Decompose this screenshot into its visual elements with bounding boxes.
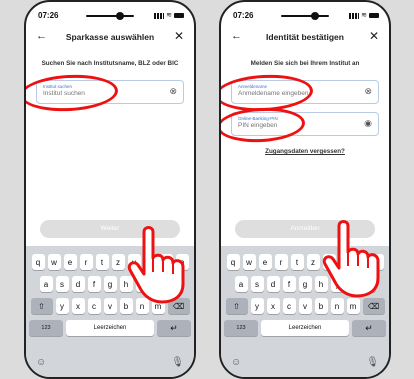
key-a[interactable]: a <box>39 276 53 292</box>
keyboard-row-4: 123 Leerzeichen ↵ <box>29 320 191 336</box>
key-v[interactable]: v <box>298 298 312 314</box>
phone-screen-login: 07:26 ≋ ← Identität bestätigen ✕ Melden … <box>219 0 391 379</box>
battery-icon <box>174 13 184 18</box>
shift-key[interactable]: ⇧ <box>225 298 248 314</box>
key-w[interactable]: w <box>242 254 256 270</box>
key-r[interactable]: r <box>79 254 93 270</box>
key-q[interactable]: q <box>226 254 240 270</box>
login-prompt: Melden Sie sich bei Ihrem Institut an <box>250 60 360 67</box>
key-s[interactable]: s <box>250 276 264 292</box>
key-t[interactable]: t <box>290 254 304 270</box>
key-x[interactable]: x <box>266 298 280 314</box>
microphone-icon[interactable]: 🎙 <box>171 357 184 368</box>
key-b[interactable]: b <box>314 298 328 314</box>
emoji-icon[interactable]: ☺ <box>36 357 46 368</box>
backspace-key[interactable]: ⌫ <box>362 298 385 314</box>
system-icons: ≋ <box>349 12 379 19</box>
status-bar: 07:26 ≋ <box>221 10 389 24</box>
numbers-key[interactable]: 123 <box>29 320 63 336</box>
key-c[interactable]: c <box>282 298 296 314</box>
emoji-icon[interactable]: ☺ <box>231 357 241 368</box>
key-d[interactable]: d <box>71 276 85 292</box>
key-f[interactable]: f <box>87 276 101 292</box>
key-a[interactable]: a <box>234 276 248 292</box>
key-s[interactable]: s <box>55 276 69 292</box>
return-key[interactable]: ↵ <box>352 320 386 336</box>
pointing-hand-icon <box>127 226 185 304</box>
key-d[interactable]: d <box>266 276 280 292</box>
space-key[interactable]: Leerzeichen <box>66 320 154 336</box>
status-time: 07:26 <box>38 11 59 20</box>
space-key[interactable]: Leerzeichen <box>261 320 349 336</box>
wifi-icon: ≋ <box>361 12 367 19</box>
battery-icon <box>369 13 379 18</box>
highlight-ellipse <box>26 72 119 114</box>
close-icon[interactable]: ✕ <box>369 29 379 43</box>
key-x[interactable]: x <box>71 298 85 314</box>
highlight-ellipse <box>221 105 306 145</box>
status-bar: 07:26 ≋ <box>26 10 194 24</box>
keyboard-row-3: ⇧ y x c v b n m ⌫ <box>224 298 386 314</box>
app-bar: ← Identität bestätigen ✕ <box>221 29 389 48</box>
wifi-icon: ≋ <box>166 12 172 19</box>
key-y[interactable]: y <box>55 298 69 314</box>
key-m[interactable]: m <box>346 298 360 314</box>
search-prompt: Suchen Sie nach Institutsname, BLZ oder … <box>41 60 179 67</box>
close-icon[interactable]: ✕ <box>174 29 184 43</box>
signal-icon <box>154 12 165 19</box>
numbers-key[interactable]: 123 <box>224 320 258 336</box>
key-f[interactable]: f <box>282 276 296 292</box>
key-n[interactable]: n <box>330 298 344 314</box>
key-w[interactable]: w <box>47 254 61 270</box>
eye-icon[interactable]: ◉ <box>364 118 372 129</box>
signal-icon <box>349 12 360 19</box>
page-title: Sparkasse auswählen <box>65 32 155 42</box>
keyboard-bottom-bar: ☺ 🎙 <box>221 357 389 371</box>
key-y[interactable]: y <box>250 298 264 314</box>
app-bar: ← Sparkasse auswählen ✕ <box>26 29 194 48</box>
microphone-icon[interactable]: 🎙 <box>366 357 379 368</box>
page-title: Identität bestätigen <box>266 32 344 42</box>
key-r[interactable]: r <box>274 254 288 270</box>
keyboard-bottom-bar: ☺ 🎙 <box>26 357 194 371</box>
pointing-hand-icon <box>322 220 380 298</box>
status-time: 07:26 <box>233 11 254 20</box>
keyboard-row-4: 123 Leerzeichen ↵ <box>224 320 386 336</box>
key-g[interactable]: g <box>298 276 312 292</box>
forgot-credentials-link[interactable]: Zugangsdaten vergessen? <box>221 148 389 155</box>
key-e[interactable]: e <box>258 254 272 270</box>
key-t[interactable]: t <box>95 254 109 270</box>
key-e[interactable]: e <box>63 254 77 270</box>
key-c[interactable]: c <box>87 298 101 314</box>
system-icons: ≋ <box>154 12 184 19</box>
dynamic-island <box>275 10 335 22</box>
clear-icon[interactable]: ⊗ <box>364 86 372 97</box>
clear-icon[interactable]: ⊗ <box>169 86 177 97</box>
phone-screen-institute-search: 07:26 ≋ ← Sparkasse auswählen ✕ Suchen S… <box>24 0 196 379</box>
dynamic-island <box>80 10 140 22</box>
shift-key[interactable]: ⇧ <box>30 298 53 314</box>
key-v[interactable]: v <box>103 298 117 314</box>
key-g[interactable]: g <box>103 276 117 292</box>
key-q[interactable]: q <box>31 254 45 270</box>
return-key[interactable]: ↵ <box>157 320 191 336</box>
